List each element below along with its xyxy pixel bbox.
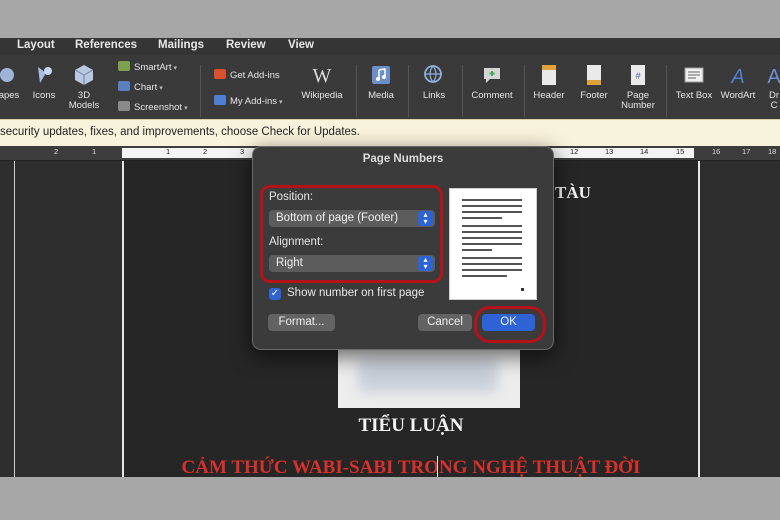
show-first-page-label[interactable]: Show number on first page xyxy=(287,287,424,299)
position-label: Position: xyxy=(269,191,314,203)
ok-button[interactable]: OK xyxy=(482,314,535,331)
svg-text:A: A xyxy=(767,66,780,87)
update-message-text: security updates, fixes, and improvement… xyxy=(0,126,360,138)
chart-button[interactable]: Chart ▾ xyxy=(118,81,163,93)
wikipedia-icon: W xyxy=(313,65,332,87)
header-icon xyxy=(542,65,556,85)
format-button[interactable]: Format... xyxy=(268,314,335,331)
tab-references[interactable]: References xyxy=(75,39,137,51)
text-box-button[interactable]: Text Box xyxy=(672,63,716,101)
cancel-button[interactable]: Cancel xyxy=(418,314,472,331)
screenshot-button[interactable]: Screenshot ▾ xyxy=(118,101,188,113)
addins-icon xyxy=(214,95,226,105)
page-number-icon: # xyxy=(631,65,645,85)
ribbon-separator xyxy=(356,65,357,117)
shapes-button[interactable]: apes xyxy=(0,63,24,101)
ribbon-separator xyxy=(666,65,667,117)
icons-icon xyxy=(38,67,52,83)
alignment-select[interactable]: Right ▴ ▾ xyxy=(269,255,435,272)
smartart-icon xyxy=(118,61,130,71)
ribbon-tab-bar: Layout References Mailings Review View xyxy=(0,38,780,55)
store-icon xyxy=(214,69,226,79)
position-select[interactable]: Bottom of page (Footer) ▴ ▾ xyxy=(269,210,435,227)
smartart-button[interactable]: SmartArt ▾ xyxy=(118,61,177,73)
document-subtitle: CẢM THỨC WABI-SABI TRONG NGHỆ THUẬT ĐỜI xyxy=(181,457,641,477)
show-first-page-checkbox[interactable]: ✓ xyxy=(269,288,281,300)
chart-icon xyxy=(118,81,130,91)
svg-text:#: # xyxy=(635,71,640,81)
page-number-marker xyxy=(521,288,524,291)
wordart-button[interactable]: A WordArt xyxy=(716,63,760,101)
tab-mailings[interactable]: Mailings xyxy=(158,39,204,51)
text-box-icon xyxy=(684,67,704,83)
text-cursor xyxy=(437,456,438,477)
footer-icon xyxy=(587,65,601,85)
comment-button[interactable]: Comment xyxy=(468,63,516,101)
svg-text:W: W xyxy=(313,65,332,87)
footer-button[interactable]: Footer xyxy=(575,63,613,101)
ribbon-separator xyxy=(200,65,201,117)
svg-text:A: A xyxy=(730,66,744,87)
tab-view[interactable]: View xyxy=(288,39,314,51)
page-numbers-dialog: Page Numbers Position: Bottom of page (F… xyxy=(252,146,554,350)
updown-chevron-icon: ▴ ▾ xyxy=(418,256,433,271)
tab-layout[interactable]: Layout xyxy=(17,39,55,51)
comment-icon xyxy=(484,68,500,83)
update-message-bar: security updates, fixes, and improvement… xyxy=(0,119,780,147)
drop-cap-button[interactable]: A Dr C xyxy=(762,63,780,111)
page-number-preview xyxy=(449,188,537,300)
cube-icon xyxy=(74,65,94,85)
my-addins-button[interactable]: My Add-ins ▾ xyxy=(214,95,283,107)
page-number-button[interactable]: # Page Number xyxy=(618,63,658,111)
shapes-icon xyxy=(0,68,14,82)
3d-models-button[interactable]: 3D Models xyxy=(64,63,104,111)
dialog-title: Page Numbers xyxy=(362,153,444,165)
ribbon-separator xyxy=(524,65,525,117)
document-heading-fragment: TÀU xyxy=(555,183,591,202)
media-button[interactable]: Media xyxy=(364,63,398,101)
icons-button[interactable]: Icons xyxy=(28,63,60,101)
alignment-label: Alignment: xyxy=(269,236,324,248)
drop-cap-icon: A xyxy=(767,66,780,87)
ribbon-separator xyxy=(408,65,409,117)
tab-review[interactable]: Review xyxy=(226,39,266,51)
screenshot-icon xyxy=(118,101,130,111)
media-icon xyxy=(372,66,390,84)
updown-chevron-icon: ▴ ▾ xyxy=(418,211,433,226)
ribbon-separator xyxy=(462,65,463,117)
globe-link-icon xyxy=(424,65,442,83)
blurred-logo-image xyxy=(338,346,520,408)
document-title: TIỂU LUẬN xyxy=(358,415,464,436)
header-button[interactable]: Header xyxy=(530,63,568,101)
wordart-icon: A xyxy=(730,66,744,87)
margin-guide-line xyxy=(14,161,15,477)
links-button[interactable]: Links xyxy=(416,63,452,101)
wikipedia-button[interactable]: W Wikipedia xyxy=(298,63,346,101)
get-addins-button[interactable]: Get Add-ins xyxy=(214,69,280,81)
